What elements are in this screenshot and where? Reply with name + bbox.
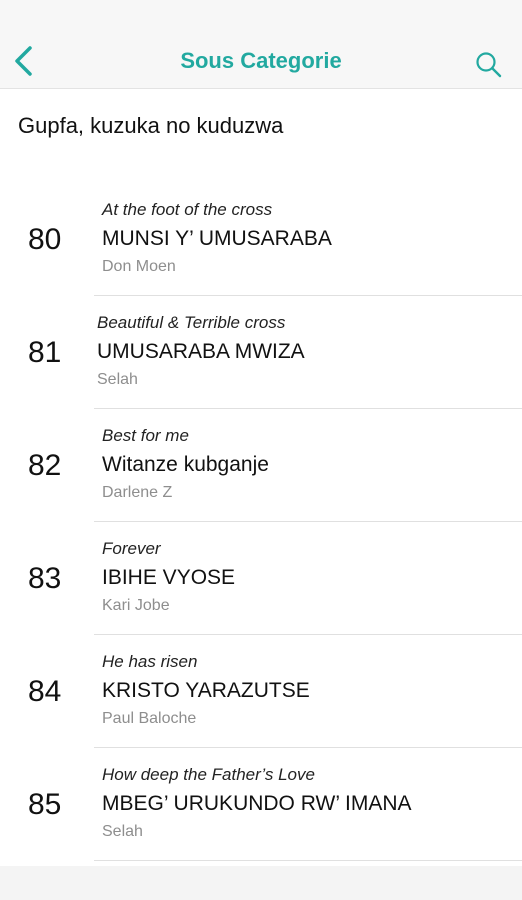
song-row[interactable]: 83 Forever IBIHE VYOSE Kari Jobe	[0, 522, 522, 635]
song-original-title: Best for me	[102, 426, 189, 445]
navigation-bar: Sous Categorie	[0, 0, 522, 89]
song-title: MBEG’ URUKUNDO RW’ IMANA	[102, 792, 412, 815]
song-artist: Kari Jobe	[102, 597, 170, 614]
search-button[interactable]	[474, 50, 504, 80]
song-number: 85	[28, 788, 62, 821]
screen: Sous Categorie Gupfa, kuzuka no kuduzwa …	[0, 0, 522, 900]
song-list: 80 At the foot of the cross MUNSI Y’ UMU…	[0, 183, 522, 861]
song-number: 80	[28, 223, 62, 256]
search-icon	[476, 52, 502, 78]
song-title: Witanze kubganje	[102, 453, 269, 476]
song-artist: Darlene Z	[102, 484, 173, 501]
song-artist: Don Moen	[102, 258, 176, 275]
song-row[interactable]: 80 At the foot of the cross MUNSI Y’ UMU…	[0, 183, 522, 296]
song-row[interactable]: 84 He has risen KRISTO YARAZUTSE Paul Ba…	[0, 635, 522, 748]
song-number: 82	[28, 449, 62, 482]
page-title: Sous Categorie	[180, 48, 342, 73]
song-artist: Paul Baloche	[102, 710, 197, 727]
song-original-title: At the foot of the cross	[102, 200, 273, 219]
song-original-title: Forever	[102, 539, 161, 558]
song-text: At the foot of the cross MUNSI Y’ UMUSAR…	[102, 199, 332, 278]
song-title: IBIHE VYOSE	[102, 566, 236, 589]
song-title: UMUSARABA MWIZA	[97, 340, 305, 363]
bottom-bar	[0, 866, 522, 900]
song-text: He has risen KRISTO YARAZUTSE Paul Baloc…	[102, 651, 310, 730]
song-row[interactable]: 85 How deep the Father’s Love MBEG’ URUK…	[0, 748, 522, 861]
song-artist: Selah	[97, 371, 138, 388]
song-title: KRISTO YARAZUTSE	[102, 679, 310, 702]
song-original-title: He has risen	[102, 652, 198, 671]
song-text: Beautiful & Terrible cross UMUSARABA MWI…	[97, 312, 305, 391]
song-original-title: Beautiful & Terrible cross	[97, 313, 286, 332]
song-artist: Selah	[102, 823, 143, 840]
song-row[interactable]: 81 Beautiful & Terrible cross UMUSARABA …	[0, 296, 522, 409]
song-text: Best for me Witanze kubganje Darlene Z	[102, 425, 269, 504]
song-text: How deep the Father’s Love MBEG’ URUKUND…	[102, 764, 412, 843]
song-number: 81	[28, 336, 62, 369]
song-title: MUNSI Y’ UMUSARABA	[102, 227, 332, 250]
song-number: 84	[28, 675, 62, 708]
song-number: 83	[28, 562, 62, 595]
song-row[interactable]: 82 Best for me Witanze kubganje Darlene …	[0, 409, 522, 522]
category-title: Gupfa, kuzuka no kuduzwa	[18, 113, 284, 138]
song-original-title: How deep the Father’s Love	[102, 765, 315, 784]
song-text: Forever IBIHE VYOSE Kari Jobe	[102, 538, 235, 617]
